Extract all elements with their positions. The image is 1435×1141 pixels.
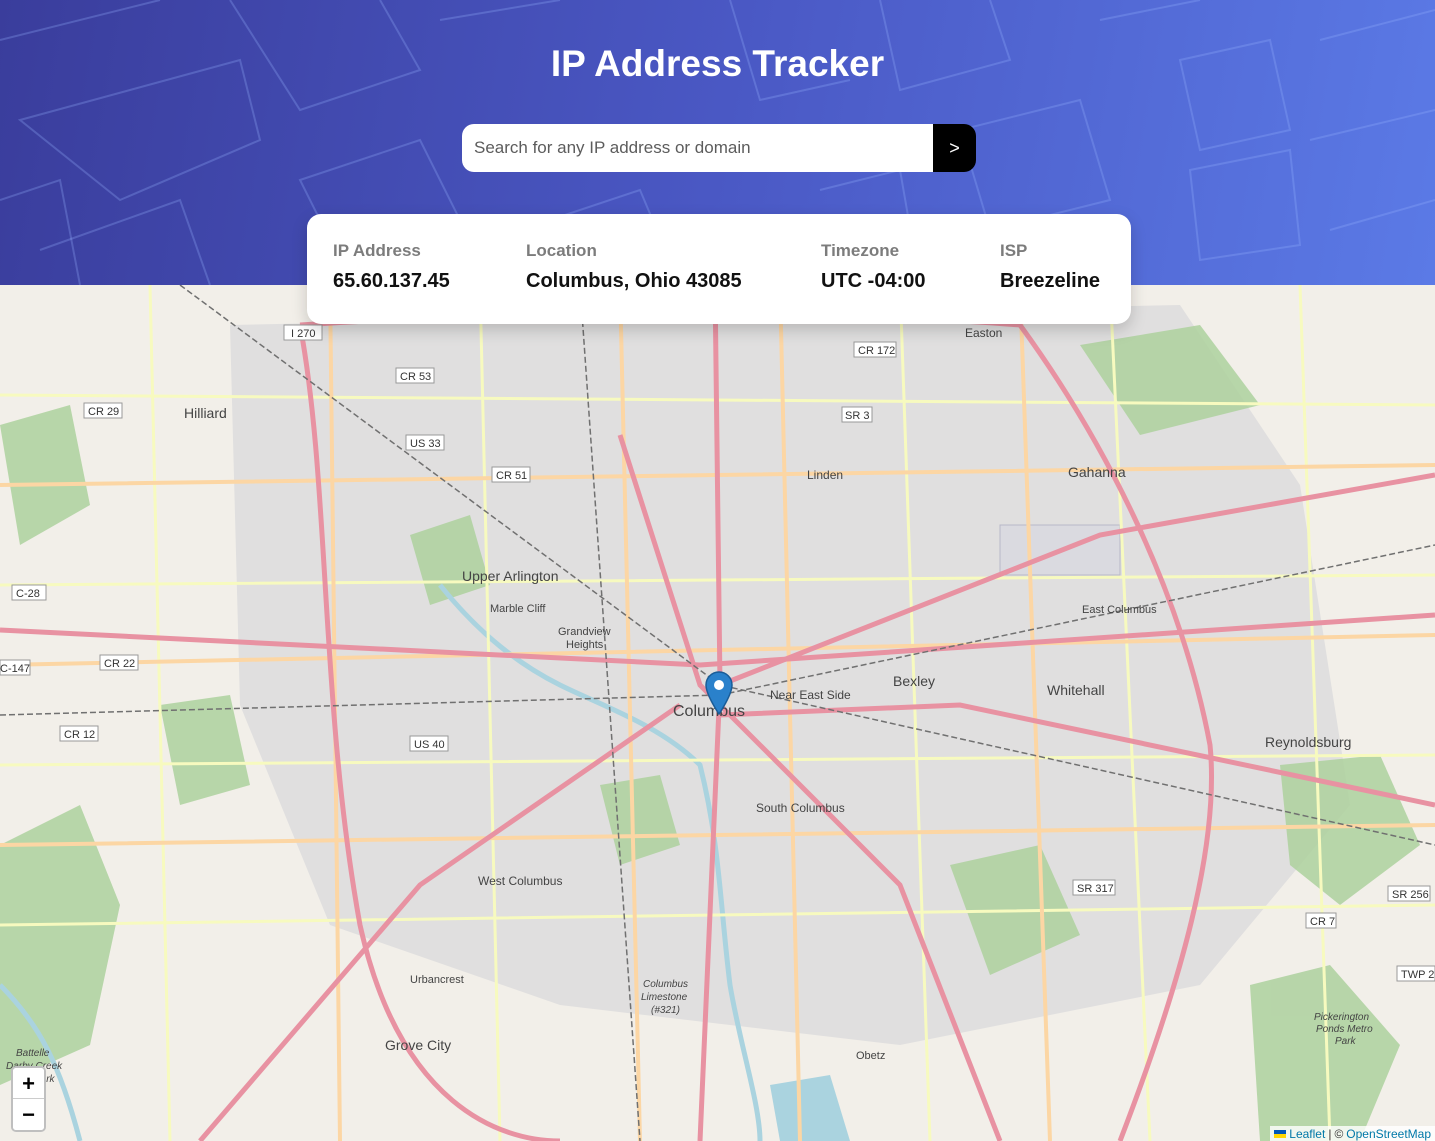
zoom-out-button[interactable]: − bbox=[13, 1099, 44, 1130]
svg-text:Grove City: Grove City bbox=[385, 1037, 451, 1053]
svg-text:CR 172: CR 172 bbox=[858, 345, 895, 357]
openstreetmap-link[interactable]: OpenStreetMap bbox=[1346, 1127, 1431, 1141]
search-form: > bbox=[462, 124, 976, 172]
search-submit-button[interactable]: > bbox=[933, 124, 976, 172]
svg-text:CR 53: CR 53 bbox=[400, 371, 431, 383]
svg-text:US 33: US 33 bbox=[410, 438, 441, 450]
svg-text:Heights: Heights bbox=[566, 639, 604, 651]
svg-text:Pickerington: Pickerington bbox=[1314, 1012, 1369, 1023]
location-label: Location bbox=[526, 241, 597, 260]
svg-text:C-28: C-28 bbox=[16, 588, 40, 600]
timezone-block: Timezone UTC -04:00 bbox=[821, 241, 925, 293]
svg-text:US 40: US 40 bbox=[414, 739, 445, 751]
svg-text:West Columbus: West Columbus bbox=[478, 874, 562, 888]
svg-text:(#321): (#321) bbox=[651, 1005, 680, 1016]
svg-text:Easton: Easton bbox=[965, 326, 1002, 340]
isp-label: ISP bbox=[1000, 241, 1028, 260]
svg-text:Upper Arlington: Upper Arlington bbox=[462, 568, 559, 584]
location-value: Columbus, Ohio 43085 bbox=[526, 270, 742, 292]
svg-text:Hilliard: Hilliard bbox=[184, 405, 227, 421]
svg-text:Urbancrest: Urbancrest bbox=[410, 974, 464, 986]
svg-text:SR 317: SR 317 bbox=[1077, 883, 1114, 895]
svg-text:Columbus: Columbus bbox=[643, 979, 688, 990]
location-block: Location Columbus, Ohio 43085 bbox=[526, 241, 742, 293]
svg-text:South Columbus: South Columbus bbox=[756, 801, 845, 815]
svg-text:SR 256: SR 256 bbox=[1392, 889, 1429, 901]
svg-text:Whitehall: Whitehall bbox=[1047, 682, 1105, 698]
svg-text:Limestone: Limestone bbox=[641, 992, 688, 1003]
svg-text:Ponds Metro: Ponds Metro bbox=[1316, 1024, 1373, 1035]
svg-text:Obetz: Obetz bbox=[856, 1050, 885, 1062]
svg-text:CR 51: CR 51 bbox=[496, 470, 527, 482]
svg-text:CR 12: CR 12 bbox=[64, 729, 95, 741]
svg-text:Gahanna: Gahanna bbox=[1068, 464, 1126, 480]
timezone-label: Timezone bbox=[821, 241, 900, 260]
zoom-in-button[interactable]: + bbox=[13, 1068, 44, 1099]
map-pin-icon[interactable] bbox=[705, 671, 733, 715]
map-view[interactable]: I 270 CR 53 US 33 CR 51 CR 29 C-28 CR 22… bbox=[0, 285, 1435, 1141]
svg-text:CR 22: CR 22 bbox=[104, 658, 135, 670]
svg-text:Bexley: Bexley bbox=[893, 673, 935, 689]
leaflet-link[interactable]: Leaflet bbox=[1289, 1127, 1325, 1141]
road-shield: I 270 bbox=[291, 328, 315, 340]
attribution-separator: | bbox=[1328, 1126, 1332, 1141]
svg-text:Battelle: Battelle bbox=[16, 1048, 50, 1059]
svg-text:SR 3: SR 3 bbox=[845, 410, 869, 422]
svg-text:TWP 2: TWP 2 bbox=[1401, 969, 1434, 981]
ip-address-label: IP Address bbox=[333, 241, 421, 260]
svg-text:C-147: C-147 bbox=[0, 663, 30, 675]
ip-info-card: IP Address 65.60.137.45 Location Columbu… bbox=[307, 214, 1131, 324]
page-title: IP Address Tracker bbox=[550, 43, 885, 84]
isp-value: Breezeline bbox=[1000, 270, 1101, 292]
svg-text:CR 29: CR 29 bbox=[88, 406, 119, 418]
ukraine-flag-icon bbox=[1274, 1129, 1287, 1138]
isp-block: ISP Breezeline bbox=[1000, 241, 1100, 293]
timezone-value: UTC -04:00 bbox=[821, 270, 926, 292]
zoom-control: + − bbox=[11, 1066, 46, 1132]
ip-address-block: IP Address 65.60.137.45 bbox=[333, 241, 450, 293]
ip-address-value: 65.60.137.45 bbox=[333, 270, 450, 292]
svg-text:Reynoldsburg: Reynoldsburg bbox=[1265, 734, 1351, 750]
svg-text:Park: Park bbox=[1335, 1036, 1357, 1047]
svg-text:Marble Cliff: Marble Cliff bbox=[490, 603, 546, 615]
svg-text:East Columbus: East Columbus bbox=[1082, 604, 1157, 616]
svg-text:Near East Side: Near East Side bbox=[770, 688, 851, 702]
copyright-symbol: © bbox=[1334, 1126, 1344, 1141]
map-attribution: Leaflet | © OpenStreetMap bbox=[1270, 1126, 1435, 1141]
svg-text:Grandview: Grandview bbox=[558, 626, 611, 638]
search-input[interactable] bbox=[462, 124, 933, 172]
svg-text:Linden: Linden bbox=[807, 468, 843, 482]
svg-text:CR 7: CR 7 bbox=[1310, 916, 1335, 928]
